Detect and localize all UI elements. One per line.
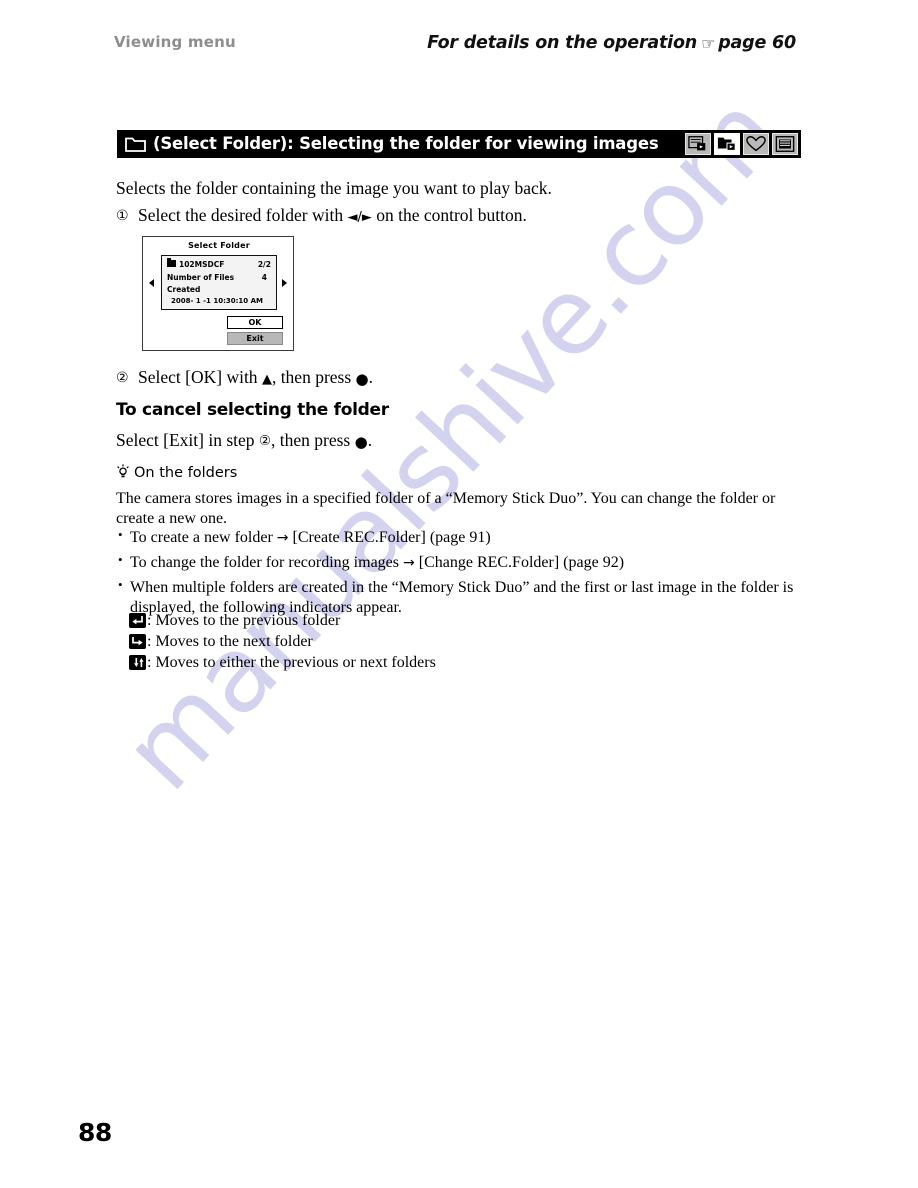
step-1-number: ① [116, 208, 129, 224]
bullet-text-a: To change the folder for recording image… [130, 553, 403, 571]
tip-bullet-list: To create a new folder → [Create REC.Fol… [118, 527, 798, 623]
step-2-number: ② [116, 370, 129, 386]
folder-icon [125, 137, 146, 152]
lcd-screen-illustration: Select Folder 102MSDCF 2/2 Number of Fil… [142, 236, 294, 351]
step-2-text-b: , then press [271, 367, 356, 387]
lcd-created-label: Created [167, 285, 201, 294]
section-title: (Select Folder): Selecting the folder fo… [153, 134, 659, 153]
mode-icon-group [685, 133, 798, 155]
step-1-text-b: on the control button. [371, 205, 527, 225]
cancel-instruction: Select [Exit] in step ②, then press ●. [116, 429, 372, 453]
lcd-folder-icon [167, 258, 176, 267]
list-item: To change the folder for recording image… [118, 552, 798, 574]
indicator-label: : Moves to either the previous or next f… [147, 653, 436, 671]
running-head-right: For details on the operation ☞ page 60 [427, 33, 796, 53]
page-number: 88 [78, 1118, 112, 1147]
lcd-prev-folder-arrow-icon[interactable] [149, 279, 154, 287]
lcd-files-label: Number of Files [167, 273, 235, 282]
right-arrow-icon: → [276, 530, 289, 546]
lcd-folder-name-text: 102MSDCF [179, 260, 225, 269]
pointing-hand-icon: ☞ [701, 34, 716, 53]
select-folder-icon[interactable] [714, 133, 740, 155]
lightbulb-icon [117, 464, 129, 478]
left-right-arrow-glyph: ◄/► [347, 210, 372, 225]
manual-page: manualshive.com Viewing menu For details… [0, 0, 918, 1188]
lcd-info-panel: 102MSDCF 2/2 Number of Files 4 Created 2… [161, 255, 277, 310]
favorites-heart-icon[interactable] [743, 133, 769, 155]
cancel-end: . [367, 430, 373, 450]
running-head-right-after: page 60 [718, 33, 796, 53]
step-2-text-a: Select [OK] with [138, 367, 262, 387]
cancel-step-number: ② [258, 433, 271, 449]
lcd-ok-button[interactable]: OK [227, 316, 283, 329]
tip-heading: On the folders [116, 464, 237, 481]
intro-paragraph: Selects the folder containing the image … [116, 178, 552, 198]
lcd-title: Select Folder [188, 241, 250, 250]
tip-paragraph: The camera stores images in a specified … [116, 490, 776, 528]
display-frame-icon[interactable] [772, 133, 798, 155]
lcd-created-value: 2008- 1 -1 10:30:10 AM [171, 297, 263, 305]
indicator-label: : Moves to the next folder [147, 632, 313, 650]
move-either-folder-icon [129, 655, 146, 670]
slideshow-icon[interactable] [685, 133, 711, 155]
list-item: : Moves to either the previous or next f… [129, 652, 436, 673]
list-item: : Moves to the next folder [129, 631, 436, 652]
center-button-glyph: ● [354, 433, 368, 451]
section-title-bar: (Select Folder): Selecting the folder fo… [117, 130, 801, 158]
right-arrow-icon: → [403, 554, 415, 571]
cancel-text-b: , then press [271, 430, 355, 450]
bullet-text-a: To create a new folder [130, 529, 277, 546]
list-item: : Moves to the previous folder [129, 610, 436, 631]
move-next-folder-icon [129, 634, 146, 649]
indicator-label: : Moves to the previous folder [147, 611, 341, 629]
indicator-legend: : Moves to the previous folder : Moves t… [129, 610, 436, 673]
step-2-end: . [368, 367, 374, 387]
running-head-right-before: For details on the operation [427, 33, 698, 53]
lcd-files-value: 4 [261, 273, 267, 282]
move-previous-folder-icon [129, 613, 146, 628]
step-2: ② Select [OK] with ▲, then press ●. [116, 366, 373, 390]
cancel-heading: To cancel selecting the folder [116, 400, 389, 420]
running-head-left: Viewing menu [114, 33, 236, 51]
list-item: To create a new folder → [Create REC.Fol… [118, 527, 798, 549]
step-1: ① Select the desired folder with ◄/► on t… [116, 204, 527, 228]
lcd-next-folder-arrow-icon[interactable] [282, 279, 287, 287]
cancel-text-a: Select [Exit] in step [116, 430, 259, 450]
lcd-folder-index: 2/2 [257, 260, 271, 269]
page-header: Viewing menu For details on the operatio… [0, 0, 918, 80]
step-1-text-a: Select the desired folder with [138, 205, 348, 225]
lcd-exit-button[interactable]: Exit [227, 332, 283, 345]
tip-heading-text: On the folders [134, 465, 238, 481]
bullet-text-b: [Change REC.Folder] (page 92) [414, 553, 625, 571]
up-arrow-glyph: ▲ [261, 372, 272, 387]
bullet-text-b: [Create REC.Folder] (page 91) [288, 529, 491, 546]
lcd-folder-name: 102MSDCF [167, 258, 225, 269]
center-button-glyph: ● [355, 370, 369, 388]
